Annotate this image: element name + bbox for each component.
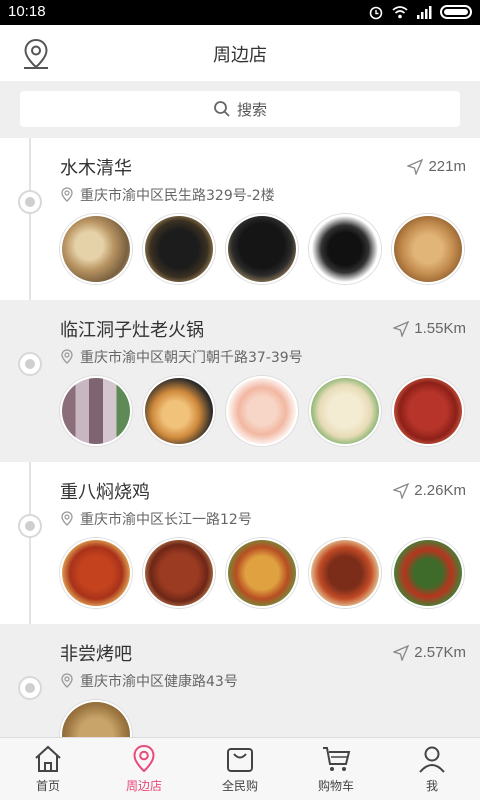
navigation-arrow-icon [393,320,410,337]
store-name: 重八焖烧鸡 [60,482,150,503]
store-address: 重庆市渝中区长江一路12号 [60,509,252,529]
nav-label: 全民购 [221,779,258,793]
status-icons [368,4,472,20]
store-list[interactable]: 水木清华 221m 重庆市渝中区民生路329号-2楼 临江洞子灶老火锅 1.55… [0,138,480,737]
status-bar: 10:18 [0,0,480,25]
store-distance-value: 2.57Km [414,644,466,661]
store-item[interactable]: 重八焖烧鸡 2.26Km 重庆市渝中区长江一路12号 [0,462,480,624]
store-address: 重庆市渝中区民生路329号-2楼 [60,185,275,205]
product-photo[interactable] [309,214,381,284]
home-icon [35,745,61,772]
product-photo[interactable] [309,376,381,446]
store-name: 非尝烤吧 [60,644,132,665]
timeline-dot [18,676,42,700]
battery-icon [440,5,472,19]
navigation-arrow-icon [393,482,410,499]
alarm-icon [369,6,383,20]
address-pin-icon [61,349,73,364]
wifi-icon [392,6,408,19]
store-address-text: 重庆市渝中区健康路43号 [80,674,238,690]
navigation-arrow-icon [393,644,410,661]
shopping-bag-icon [227,748,253,772]
store-item[interactable]: 临江洞子灶老火锅 1.55Km 重庆市渝中区朝天门朝千路37-39号 [0,300,480,462]
store-name: 临江洞子灶老火锅 [60,320,204,341]
address-pin-icon [61,511,73,526]
search-label: 搜索 [236,100,267,119]
product-photo[interactable] [226,376,298,446]
store-address: 重庆市渝中区健康路43号 [60,671,238,691]
timeline-dot [18,190,42,214]
store-distance-value: 221m [428,158,466,175]
product-photo[interactable] [226,214,298,284]
store-photos [60,700,132,737]
store-item[interactable]: 水木清华 221m 重庆市渝中区民生路329号-2楼 [0,138,480,300]
product-photo[interactable] [143,376,215,446]
nav-item-me[interactable]: 我 [384,738,480,800]
store-distance-value: 2.26Km [414,482,466,499]
nav-label: 购物车 [317,779,354,793]
timeline-dot [18,514,42,538]
store-distance: 2.57Km [393,644,466,661]
timeline-dot [18,352,42,376]
product-photo[interactable] [60,700,132,737]
nav-label: 我 [425,779,438,793]
product-photo[interactable] [392,376,464,446]
product-photo[interactable] [392,214,464,284]
nav-item-home[interactable]: 首页 [0,738,96,800]
store-address: 重庆市渝中区朝天门朝千路37-39号 [60,347,303,367]
page-title: 周边店 [213,45,267,66]
search-icon [214,101,230,117]
nav-item-group-buy[interactable]: 全民购 [192,738,288,800]
bottom-nav: 首页 周边店 全民购 购物车 我 [0,737,480,800]
product-photo[interactable] [392,538,464,608]
product-photo[interactable] [60,538,132,608]
product-photo[interactable] [60,214,132,284]
user-icon [419,746,445,773]
product-photo[interactable] [309,538,381,608]
store-address-text: 重庆市渝中区长江一路12号 [80,512,252,528]
app-header: 周边店 [0,25,480,81]
store-distance: 221m [407,158,466,175]
product-photo[interactable] [60,376,132,446]
signal-icon [417,6,432,19]
nav-label: 首页 [35,779,60,793]
store-distance-value: 1.55Km [414,320,466,337]
search-bar: 搜索 [0,81,480,138]
store-photos [60,214,464,284]
nav-label: 周边店 [125,779,162,793]
store-address-text: 重庆市渝中区民生路329号-2楼 [80,188,275,204]
store-item[interactable]: 非尝烤吧 2.57Km 重庆市渝中区健康路43号 [0,624,480,737]
address-pin-icon [61,673,73,688]
store-distance: 2.26Km [393,482,466,499]
search-input[interactable]: 搜索 [20,91,460,127]
store-address-text: 重庆市渝中区朝天门朝千路37-39号 [80,350,303,366]
store-distance: 1.55Km [393,320,466,337]
status-time: 10:18 [8,3,46,20]
navigation-arrow-icon [407,158,424,175]
product-photo[interactable] [143,538,215,608]
store-photos [60,376,464,446]
nav-item-cart[interactable]: 购物车 [288,738,384,800]
store-name: 水木清华 [60,158,132,179]
store-photos [60,538,464,608]
nav-item-nearby[interactable]: 周边店 [96,738,192,800]
cart-icon [323,747,351,771]
product-photo[interactable] [226,538,298,608]
location-pin-icon [133,744,155,773]
address-pin-icon [61,187,73,202]
product-photo[interactable] [143,214,215,284]
